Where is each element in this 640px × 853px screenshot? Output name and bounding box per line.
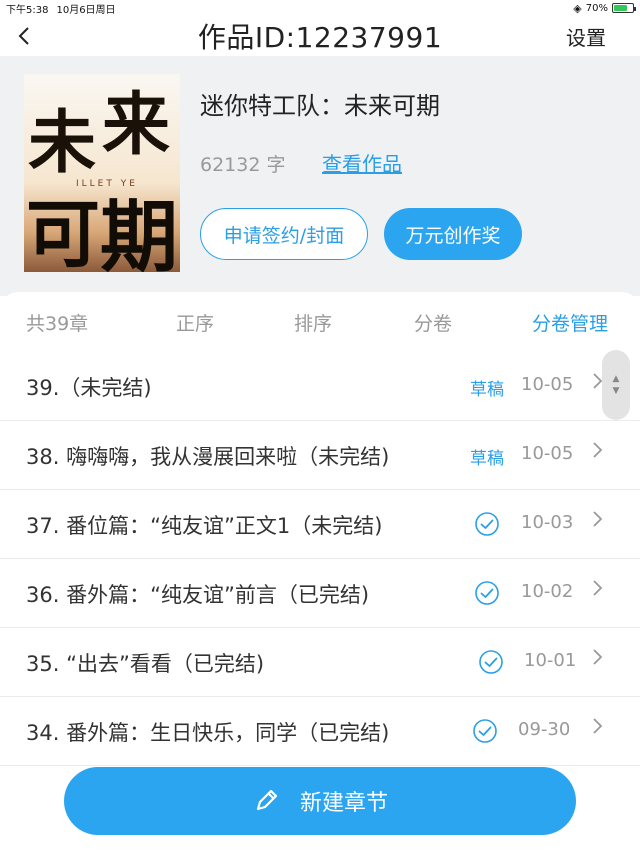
battery-fill	[614, 5, 627, 11]
chapter-row[interactable]: 37. 番位篇：“纯友谊”正文1（未完结) 10-03	[0, 490, 640, 559]
volume-manage-button[interactable]: 分卷管理	[532, 309, 608, 336]
chevron-right-icon	[592, 578, 604, 604]
new-chapter-button[interactable]: 新建章节	[64, 767, 576, 835]
page-title: 作品ID:12237991	[197, 21, 443, 54]
cover-char-1: 未	[28, 103, 96, 183]
chapter-date: 10-03	[521, 512, 574, 533]
creation-award-button[interactable]: 万元创作奖	[384, 208, 522, 260]
chapter-row[interactable]: 35. “出去”看看（已完结) 10-01	[0, 628, 640, 697]
status-date: 10月6日周日	[56, 4, 116, 16]
chapter-date: 10-01	[524, 650, 577, 671]
view-work-link[interactable]: 查看作品	[322, 148, 402, 177]
chapter-row[interactable]: 39.（未完结) 草稿 10-05	[0, 352, 640, 421]
pencil-icon	[256, 789, 278, 811]
settings-button[interactable]: 设置	[566, 22, 606, 51]
cover-char-2: 来	[102, 85, 170, 165]
chapter-list: 39.（未完结) 草稿 10-05 38. 嗨嗨嗨，我从漫展回来啦（未完结) 草稿 10-…	[0, 352, 640, 766]
chapter-date: 10-05	[521, 374, 574, 395]
chevron-right-icon	[592, 509, 604, 535]
chevron-right-icon	[592, 647, 604, 673]
chapter-title: 39.（未完结)	[26, 376, 152, 400]
published-check-icon	[475, 512, 499, 536]
word-count: 62132 字	[200, 154, 286, 176]
chapter-row[interactable]: 34. 番外篇：生日快乐，同学（已完结) 09-30	[0, 697, 640, 766]
scroll-down-icon: ▼	[612, 386, 620, 396]
chapter-row[interactable]: 36. 番外篇：“纯友谊”前言（已完结) 10-02	[0, 559, 640, 628]
chapter-title: 36. 番外篇：“纯友谊”前言（已完结)	[26, 583, 370, 607]
scroll-up-icon: ▲	[612, 374, 620, 384]
order-button[interactable]: 正序	[176, 309, 214, 336]
scroll-handle[interactable]: ▲ ▼	[602, 350, 630, 420]
chapter-count: 共39章	[26, 313, 89, 335]
chapter-date: 10-05	[521, 443, 574, 464]
book-cover[interactable]: 未 来 ILLET YE 可 期	[24, 74, 180, 272]
cover-char-3: 可	[26, 192, 100, 272]
chapter-title: 38. 嗨嗨嗨，我从漫展回来啦（未完结)	[26, 445, 390, 469]
chevron-right-icon	[592, 440, 604, 466]
volume-button[interactable]: 分卷	[414, 309, 452, 336]
published-check-icon	[473, 719, 497, 743]
chapter-date: 10-02	[521, 581, 574, 602]
sort-button[interactable]: 排序	[294, 309, 332, 336]
chapter-row[interactable]: 38. 嗨嗨嗨，我从漫展回来啦（未完结) 草稿 10-05	[0, 421, 640, 490]
battery-percent: 70%	[585, 2, 608, 14]
status-bar: 下午5:38 10月6日周日 ◈ 70%	[0, 0, 640, 16]
chapter-title: 35. “出去”看看（已完结)	[26, 652, 265, 676]
status-time: 下午5:38	[6, 4, 49, 16]
chapter-title: 37. 番位篇：“纯友谊”正文1（未完结)	[26, 514, 383, 538]
draft-badge: 草稿	[470, 380, 504, 400]
cover-char-4: 期	[100, 192, 178, 272]
cover-subtitle: ILLET YE	[76, 179, 138, 189]
new-chapter-label: 新建章节	[299, 791, 388, 816]
chevron-left-icon	[18, 27, 29, 45]
book-header: 未 来 ILLET YE 可 期 迷你特工队：未来可期 62132 字 查看作品…	[0, 56, 640, 296]
wifi-icon: ◈	[573, 1, 582, 15]
battery-icon	[612, 3, 636, 13]
cover-artwork: 未 来 ILLET YE 可 期	[24, 74, 180, 272]
chapter-toolbar: 共39章 正序 排序 分卷 分卷管理	[0, 292, 640, 352]
draft-badge: 草稿	[470, 449, 504, 469]
published-check-icon	[479, 650, 503, 674]
nav-bar: 作品ID:12237991 设置	[0, 16, 640, 56]
published-check-icon	[475, 581, 499, 605]
back-button[interactable]	[10, 22, 38, 50]
apply-sign-button[interactable]: 申请签约/封面	[200, 208, 368, 260]
chapter-date: 09-30	[518, 719, 571, 740]
book-title: 迷你特工队：未来可期	[200, 92, 440, 120]
chapter-title: 34. 番外篇：生日快乐，同学（已完结)	[26, 721, 390, 745]
chevron-right-icon	[592, 716, 604, 742]
